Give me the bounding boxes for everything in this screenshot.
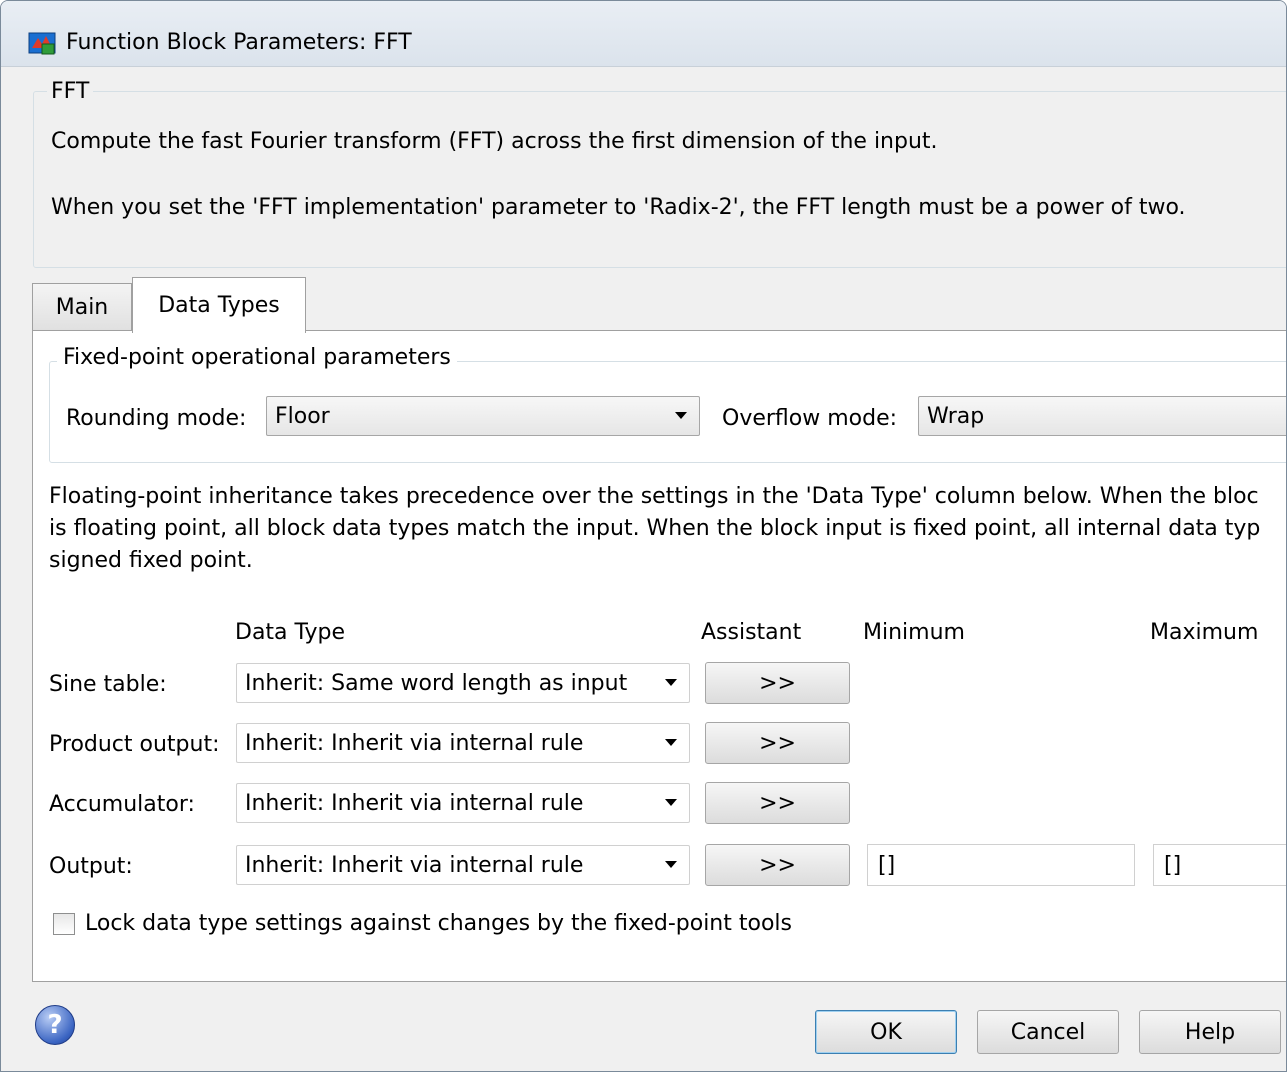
product-output-assistant-label: >> <box>759 730 796 756</box>
inheritance-note-line-1: Floating-point inheritance takes precede… <box>49 484 1259 509</box>
accumulator-data-type-select[interactable]: Inherit: Inherit via internal rule <box>236 783 690 823</box>
help-button[interactable]: Help <box>1139 1010 1281 1054</box>
header-maximum: Maximum <box>1150 620 1259 645</box>
tab-data-types[interactable]: Data Types <box>132 277 306 333</box>
product-output-assistant-button[interactable]: >> <box>705 722 850 764</box>
ok-button-label: OK <box>870 1019 902 1045</box>
question-mark-icon[interactable]: ? <box>35 1005 75 1045</box>
block-description-line-1: Compute the fast Fourier transform (FFT)… <box>51 129 938 154</box>
block-description-group <box>33 91 1286 268</box>
product-output-label: Product output: <box>49 732 220 757</box>
header-data-type: Data Type <box>235 620 346 645</box>
cancel-button[interactable]: Cancel <box>977 1010 1119 1054</box>
help-button-label: Help <box>1184 1019 1236 1045</box>
tab-data-types-label: Data Types <box>158 293 280 318</box>
sine-table-label: Sine table: <box>49 672 167 697</box>
overflow-mode-value: Wrap <box>927 403 985 429</box>
block-description-line-2: When you set the 'FFT implementation' pa… <box>51 195 1186 220</box>
overflow-mode-select[interactable]: Wrap <box>918 396 1286 436</box>
output-maximum-field[interactable]: [] <box>1153 844 1286 886</box>
dialog-window: Function Block Parameters: FFT FFT Compu… <box>0 0 1287 1072</box>
output-data-type-value: Inherit: Inherit via internal rule <box>245 852 584 878</box>
output-label: Output: <box>49 854 133 879</box>
ok-button[interactable]: OK <box>815 1010 957 1054</box>
rounding-mode-select[interactable]: Floor <box>266 396 700 436</box>
chevron-down-icon <box>665 861 677 868</box>
cancel-button-label: Cancel <box>1010 1019 1086 1045</box>
output-minimum-field[interactable]: [] <box>867 844 1135 886</box>
tab-main[interactable]: Main <box>32 283 132 331</box>
window-title: Function Block Parameters: FFT <box>66 30 412 55</box>
rounding-mode-value: Floor <box>275 403 330 429</box>
fixed-point-group-title: Fixed-point operational parameters <box>57 345 457 370</box>
product-output-data-type-value: Inherit: Inherit via internal rule <box>245 730 584 756</box>
accumulator-assistant-button[interactable]: >> <box>705 782 850 824</box>
lock-data-type-checkbox[interactable] <box>53 913 75 935</box>
sine-table-assistant-button[interactable]: >> <box>705 662 850 704</box>
output-data-type-select[interactable]: Inherit: Inherit via internal rule <box>236 845 690 885</box>
sine-table-assistant-label: >> <box>759 670 796 696</box>
block-group-title: FFT <box>47 79 94 104</box>
header-minimum: Minimum <box>863 620 965 645</box>
sine-table-data-type-value: Inherit: Same word length as input <box>245 670 628 696</box>
rounding-mode-label: Rounding mode: <box>66 406 247 431</box>
output-assistant-button[interactable]: >> <box>705 844 850 886</box>
sine-table-data-type-select[interactable]: Inherit: Same word length as input <box>236 663 690 703</box>
simulink-block-icon <box>28 32 56 55</box>
output-assistant-label: >> <box>759 852 796 878</box>
overflow-mode-label: Overflow mode: <box>722 406 898 431</box>
header-assistant: Assistant <box>701 620 802 645</box>
inheritance-note-line-2: is floating point, all block data types … <box>49 516 1261 541</box>
accumulator-assistant-label: >> <box>759 790 796 816</box>
title-bar[interactable]: Function Block Parameters: FFT <box>1 1 1286 67</box>
output-minimum-value: [] <box>878 852 896 878</box>
chevron-down-icon <box>665 679 677 686</box>
product-output-data-type-select[interactable]: Inherit: Inherit via internal rule <box>236 723 690 763</box>
lock-data-type-label: Lock data type settings against changes … <box>85 911 792 936</box>
output-maximum-value: [] <box>1164 852 1182 878</box>
tab-main-label: Main <box>55 295 109 320</box>
chevron-down-icon <box>675 412 687 419</box>
accumulator-label: Accumulator: <box>49 792 195 817</box>
inheritance-note-line-3: signed fixed point. <box>49 548 253 573</box>
dialog-content: FFT Compute the fast Fourier transform (… <box>1 67 1286 1071</box>
chevron-down-icon <box>665 799 677 806</box>
chevron-down-icon <box>665 739 677 746</box>
accumulator-data-type-value: Inherit: Inherit via internal rule <box>245 790 584 816</box>
data-types-panel: Fixed-point operational parameters Round… <box>32 330 1286 982</box>
